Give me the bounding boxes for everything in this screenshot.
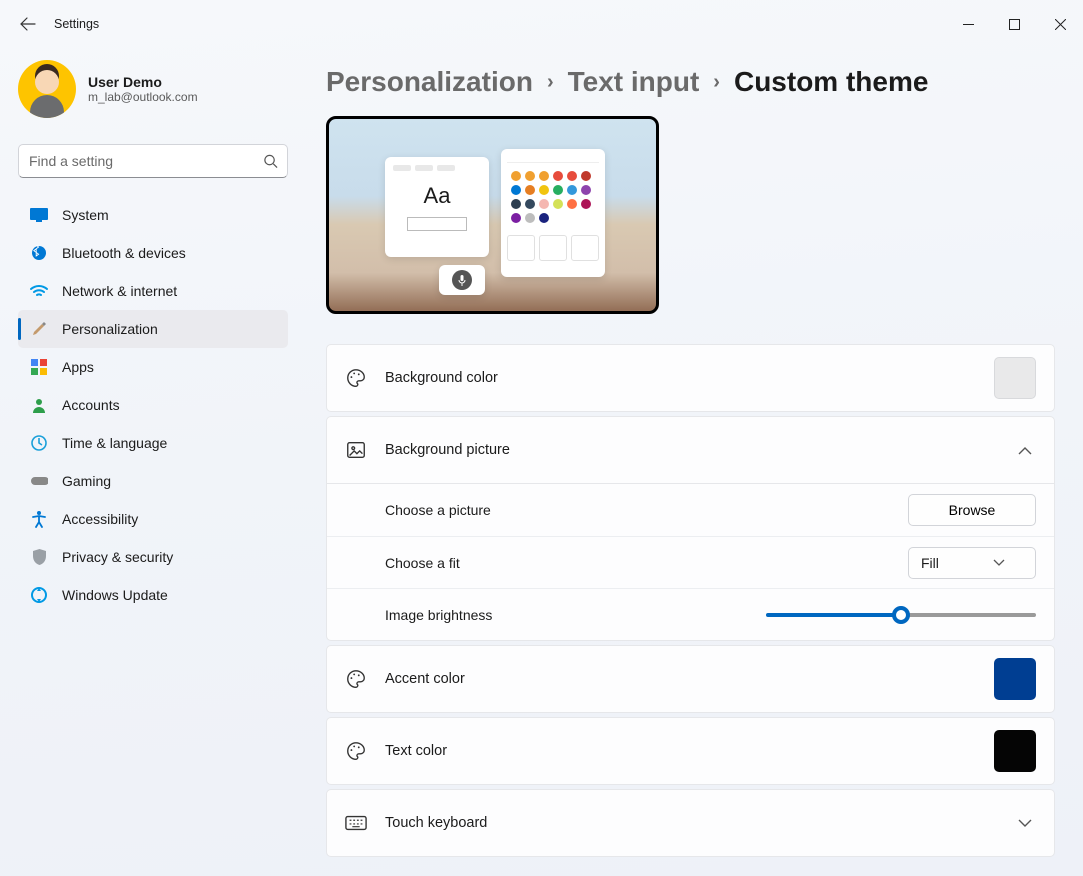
brightness-slider[interactable] bbox=[766, 613, 1036, 617]
paintbrush-icon bbox=[30, 320, 48, 338]
search-wrap bbox=[18, 144, 288, 178]
card-header-bg-picture[interactable]: Background picture bbox=[327, 417, 1054, 483]
breadcrumb-root[interactable]: Personalization bbox=[326, 66, 533, 98]
arrow-left-icon bbox=[20, 16, 36, 32]
accessibility-icon bbox=[30, 510, 48, 528]
search-icon bbox=[263, 154, 278, 169]
nav-label: Gaming bbox=[62, 473, 111, 489]
mic-icon bbox=[452, 270, 472, 290]
window-title: Settings bbox=[54, 17, 99, 31]
nav-item-network[interactable]: Network & internet bbox=[18, 272, 288, 310]
nav-item-apps[interactable]: Apps bbox=[18, 348, 288, 386]
back-button[interactable] bbox=[8, 4, 48, 44]
nav-item-accounts[interactable]: Accounts bbox=[18, 386, 288, 424]
chevron-right-icon: › bbox=[547, 71, 554, 94]
profile-name: User Demo bbox=[88, 74, 198, 90]
nav-item-bluetooth[interactable]: Bluetooth & devices bbox=[18, 234, 288, 272]
minimize-button[interactable] bbox=[945, 8, 991, 40]
preview-emoji-card bbox=[501, 149, 605, 277]
nav-label: Bluetooth & devices bbox=[62, 245, 186, 261]
card-label: Background color bbox=[385, 370, 976, 386]
keyboard-icon bbox=[345, 812, 367, 834]
chevron-down-icon bbox=[1018, 819, 1036, 828]
bluetooth-icon bbox=[30, 244, 48, 262]
card-label: Background picture bbox=[385, 442, 1000, 458]
nav-label: Network & internet bbox=[62, 283, 177, 299]
chevron-down-icon bbox=[993, 559, 1005, 567]
nav-label: Time & language bbox=[62, 435, 167, 451]
maximize-button[interactable] bbox=[991, 8, 1037, 40]
nav-item-time[interactable]: Time & language bbox=[18, 424, 288, 462]
avatar bbox=[18, 60, 76, 118]
globe-clock-icon bbox=[30, 434, 48, 452]
fit-value: Fill bbox=[921, 555, 939, 571]
sidebar: User Demo m_lab@outlook.com System Bluet… bbox=[0, 48, 300, 876]
main-content: Personalization › Text input › Custom th… bbox=[300, 48, 1083, 876]
palette-icon bbox=[345, 668, 367, 690]
apps-icon bbox=[30, 358, 48, 376]
browse-button[interactable]: Browse bbox=[908, 494, 1036, 526]
wifi-icon bbox=[30, 282, 48, 300]
shield-icon bbox=[30, 548, 48, 566]
nav-label: Accounts bbox=[62, 397, 120, 413]
sub-label: Choose a picture bbox=[385, 502, 890, 518]
card-label: Touch keyboard bbox=[385, 815, 1000, 831]
card-accent-color[interactable]: Accent color bbox=[326, 645, 1055, 713]
palette-icon bbox=[345, 367, 367, 389]
titlebar: Settings bbox=[0, 0, 1083, 48]
display-icon bbox=[30, 206, 48, 224]
nav-item-privacy[interactable]: Privacy & security bbox=[18, 538, 288, 576]
update-icon bbox=[30, 586, 48, 604]
minimize-icon bbox=[963, 19, 974, 30]
card-background-picture: Background picture Choose a picture Brow… bbox=[326, 416, 1055, 641]
accent-swatch[interactable] bbox=[994, 658, 1036, 700]
nav-list: System Bluetooth & devices Network & int… bbox=[18, 196, 288, 614]
nav-item-update[interactable]: Windows Update bbox=[18, 576, 288, 614]
picture-icon bbox=[345, 439, 367, 461]
close-button[interactable] bbox=[1037, 8, 1083, 40]
search-input[interactable] bbox=[18, 144, 288, 178]
palette-icon bbox=[345, 740, 367, 762]
nav-label: Apps bbox=[62, 359, 94, 375]
card-text-color[interactable]: Text color bbox=[326, 717, 1055, 785]
chevron-right-icon: › bbox=[713, 71, 720, 94]
card-background-color[interactable]: Background color bbox=[326, 344, 1055, 412]
breadcrumb-current: Custom theme bbox=[734, 66, 928, 98]
bg-color-swatch[interactable] bbox=[994, 357, 1036, 399]
card-label: Accent color bbox=[385, 671, 976, 687]
person-icon bbox=[30, 396, 48, 414]
breadcrumb-mid[interactable]: Text input bbox=[568, 66, 700, 98]
window-controls bbox=[945, 8, 1083, 40]
sub-choose-fit: Choose a fit Fill bbox=[327, 536, 1054, 588]
nav-label: Windows Update bbox=[62, 587, 168, 603]
nav-label: System bbox=[62, 207, 109, 223]
preview-ime-card: Aa bbox=[385, 157, 489, 257]
nav-item-system[interactable]: System bbox=[18, 196, 288, 234]
profile-email: m_lab@outlook.com bbox=[88, 90, 198, 104]
sub-brightness: Image brightness bbox=[327, 588, 1054, 640]
nav-item-accessibility[interactable]: Accessibility bbox=[18, 500, 288, 538]
preview-voice-card bbox=[439, 265, 485, 295]
text-swatch[interactable] bbox=[994, 730, 1036, 772]
slider-thumb[interactable] bbox=[892, 606, 910, 624]
profile-block[interactable]: User Demo m_lab@outlook.com bbox=[18, 56, 288, 126]
fit-select[interactable]: Fill bbox=[908, 547, 1036, 579]
nav-label: Accessibility bbox=[62, 511, 138, 527]
preview-sample-text: Aa bbox=[393, 183, 481, 209]
nav-item-gaming[interactable]: Gaming bbox=[18, 462, 288, 500]
card-label: Text color bbox=[385, 743, 976, 759]
breadcrumb: Personalization › Text input › Custom th… bbox=[326, 66, 1055, 98]
nav-label: Personalization bbox=[62, 321, 158, 337]
sub-label: Choose a fit bbox=[385, 555, 890, 571]
card-touch-keyboard[interactable]: Touch keyboard bbox=[326, 789, 1055, 857]
chevron-up-icon bbox=[1018, 446, 1036, 455]
sub-label: Image brightness bbox=[385, 607, 748, 623]
theme-preview: Aa bbox=[326, 116, 659, 314]
maximize-icon bbox=[1009, 19, 1020, 30]
close-icon bbox=[1055, 19, 1066, 30]
sub-choose-picture: Choose a picture Browse bbox=[327, 484, 1054, 536]
nav-item-personalization[interactable]: Personalization bbox=[18, 310, 288, 348]
nav-label: Privacy & security bbox=[62, 549, 173, 565]
gamepad-icon bbox=[30, 472, 48, 490]
